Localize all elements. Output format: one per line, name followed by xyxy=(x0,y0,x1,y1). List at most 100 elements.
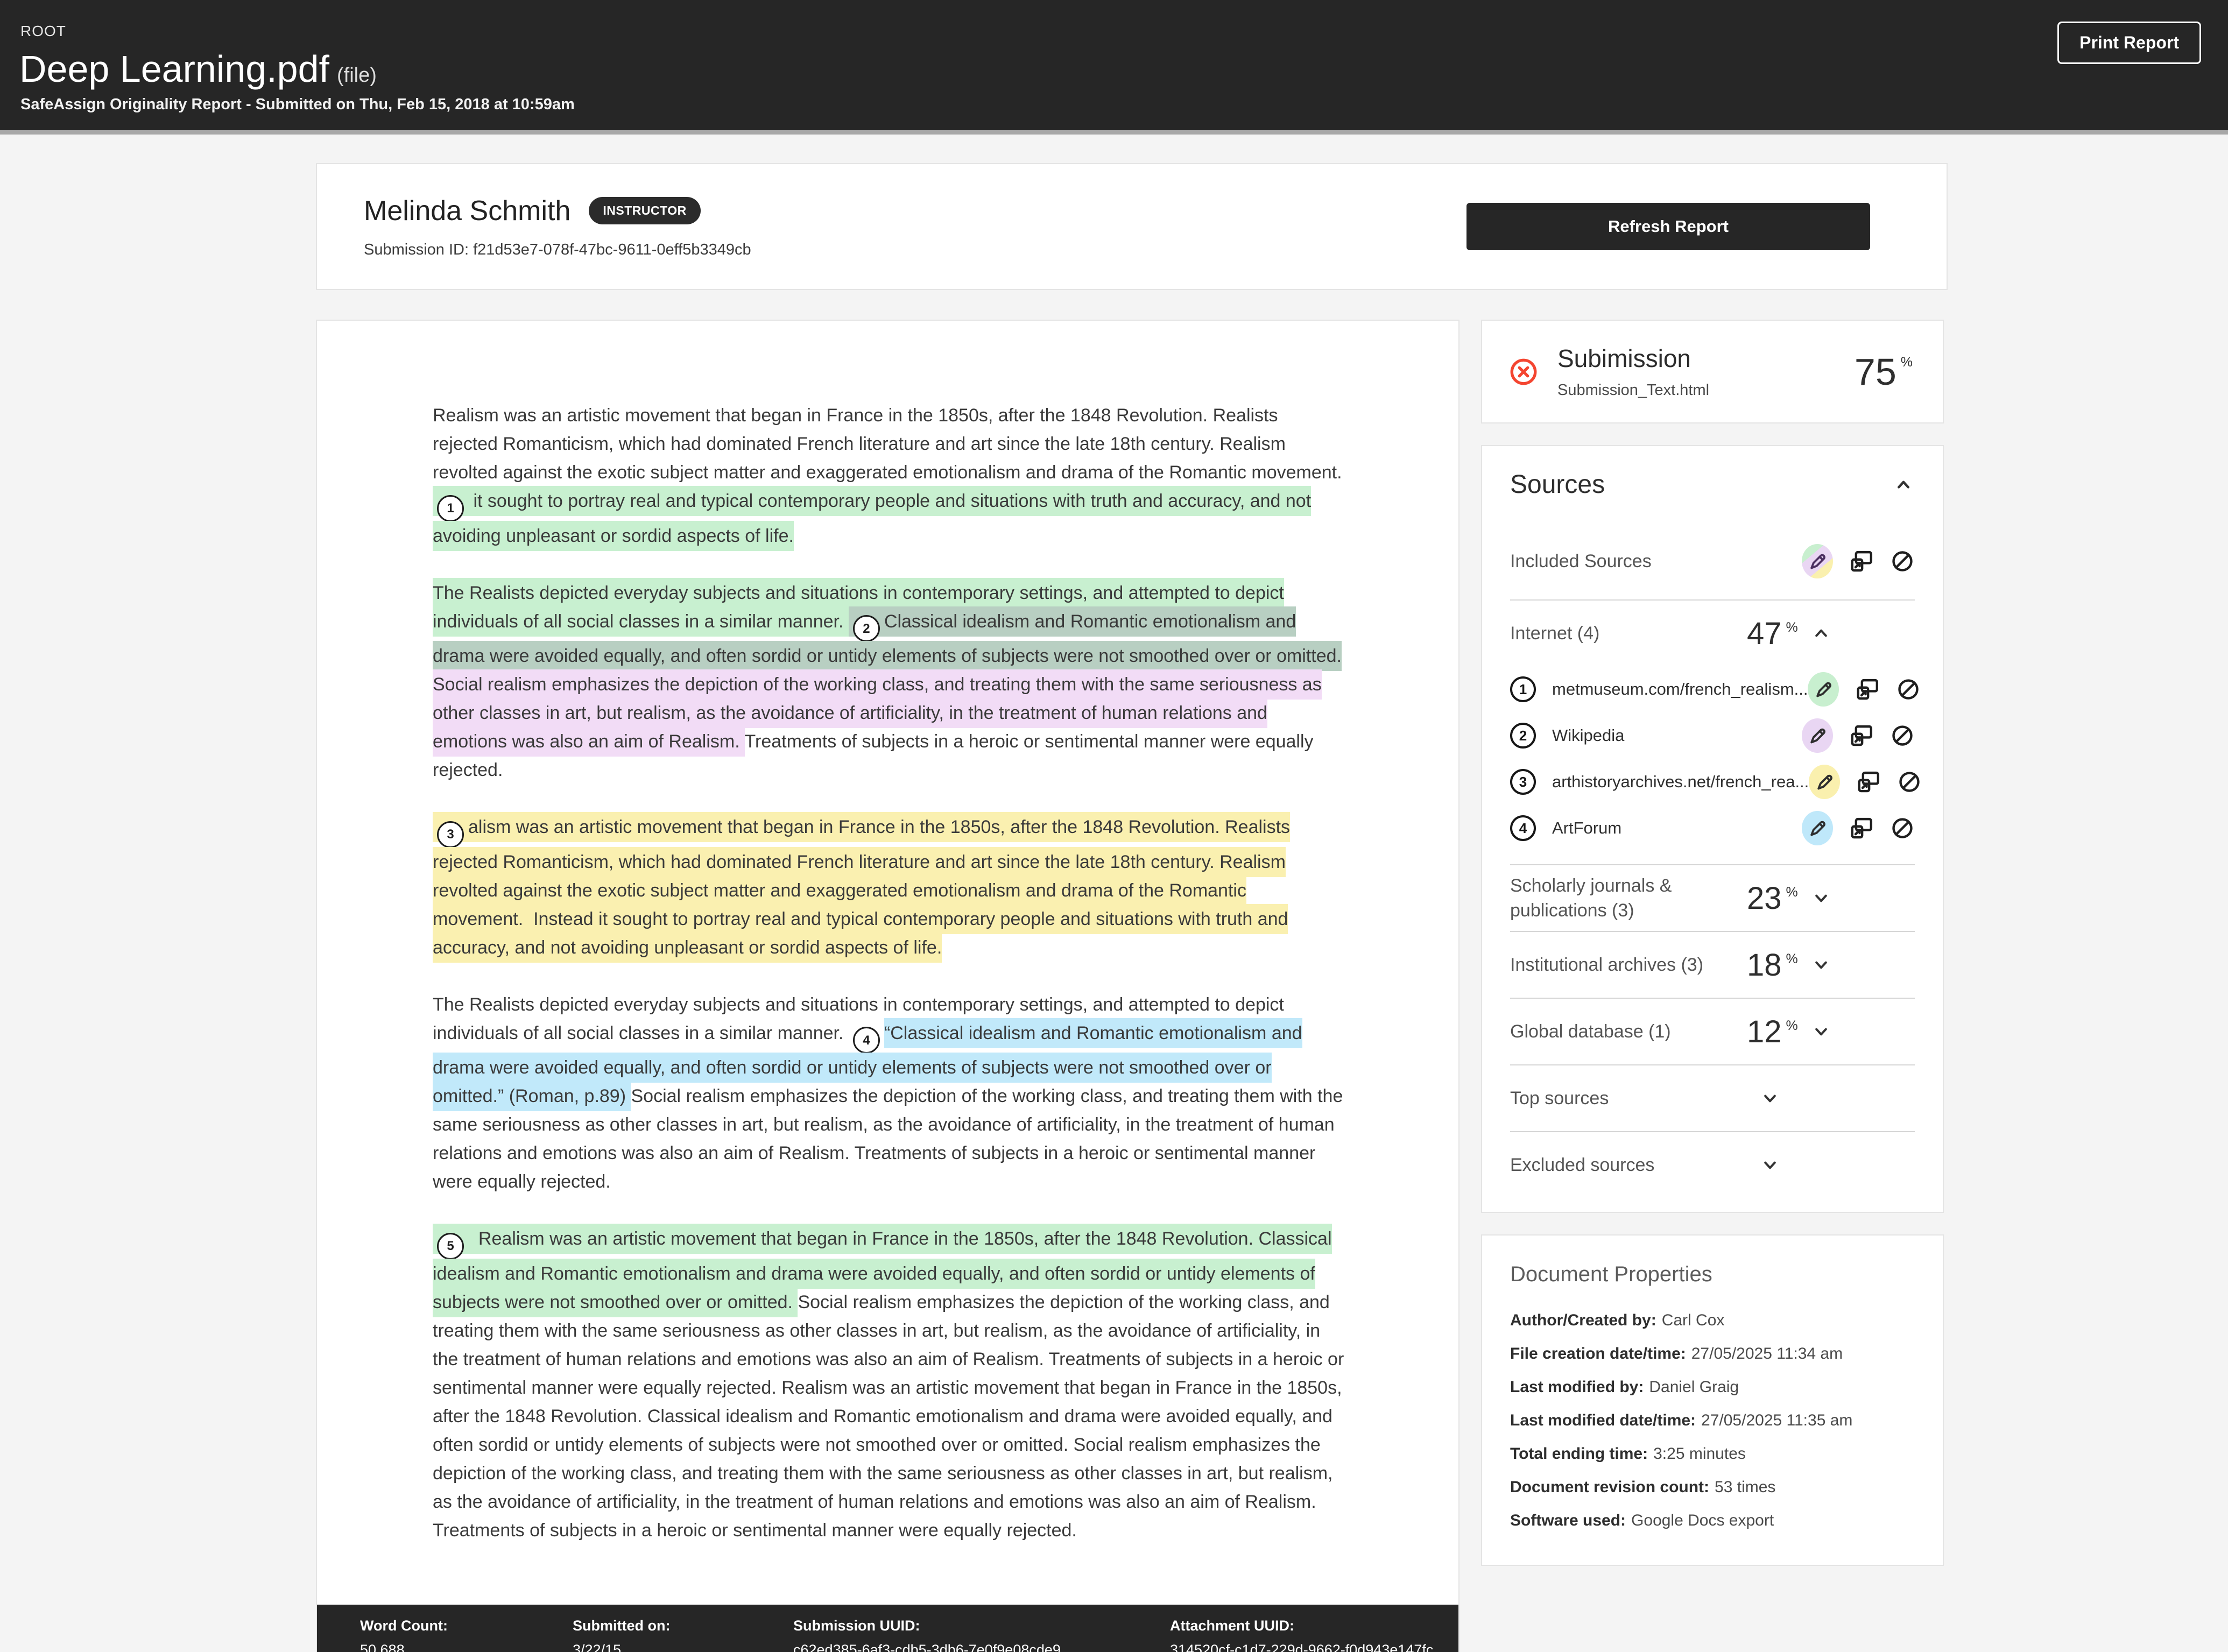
exclude-source-icon[interactable] xyxy=(1890,723,1915,748)
source-number-badge: 3 xyxy=(1510,769,1536,795)
refresh-report-button[interactable]: Refresh Report xyxy=(1466,203,1870,250)
property-row: Author/Created by:Carl Cox xyxy=(1510,1311,1915,1330)
highlight-color-icon[interactable] xyxy=(1802,811,1833,845)
open-in-document-icon[interactable] xyxy=(1855,677,1880,702)
open-in-document-icon[interactable] xyxy=(1856,769,1881,794)
document-footer-bar: Word Count:50,688Submitted on:3/22/15Sub… xyxy=(317,1605,1458,1652)
text-segment: Realism was an artistic movement that be… xyxy=(433,405,1342,483)
open-in-document-icon[interactable] xyxy=(1849,549,1874,574)
source-row[interactable]: 3 arthistoryarchives.net/french_rea... xyxy=(1510,759,1915,805)
exclude-source-icon[interactable] xyxy=(1897,769,1922,794)
property-label: Software used: xyxy=(1510,1512,1626,1529)
match-percent: 18% xyxy=(1747,947,1798,983)
document-panel: Realism was an artistic movement that be… xyxy=(316,320,1460,1652)
exclude-source-icon[interactable] xyxy=(1890,816,1915,841)
highlighter-icon xyxy=(1807,725,1828,746)
chevron-down-icon[interactable] xyxy=(1759,1087,1781,1110)
exclude-source-icon[interactable] xyxy=(1890,549,1915,574)
print-report-button[interactable]: Print Report xyxy=(2057,22,2201,64)
chevron-up-icon[interactable] xyxy=(1892,474,1915,496)
citation-marker[interactable]: 2 xyxy=(849,606,884,637)
footer-item-value: 3/22/15 xyxy=(573,1642,793,1652)
highlight-color-icon[interactable] xyxy=(1802,544,1833,578)
source-number-badge: 4 xyxy=(1510,815,1536,841)
source-label: ArtForum xyxy=(1552,818,1802,838)
source-list: 1metmuseum.com/french_realism...2Wikiped… xyxy=(1510,666,1915,864)
paragraph: Realism was an artistic movement that be… xyxy=(433,401,1345,550)
paragraph: 3alism was an artistic movement that beg… xyxy=(433,813,1345,962)
overall-match-percent: 75 % xyxy=(1855,350,1913,393)
included-sources-row: Included Sources xyxy=(1510,538,1915,599)
source-section-label: Excluded sources xyxy=(1510,1153,1747,1177)
open-in-document-icon[interactable] xyxy=(1849,723,1874,748)
source-group-label: Global database (1) xyxy=(1510,1019,1747,1044)
source-label: arthistoryarchives.net/french_rea... xyxy=(1552,772,1809,792)
property-label: Total ending time: xyxy=(1510,1445,1648,1463)
property-row: Total ending time: 3:25 minutes xyxy=(1510,1445,1915,1463)
source-group: Scholarly journals & publications (3)23% xyxy=(1510,864,1915,931)
chevron-down-icon[interactable] xyxy=(1759,1154,1781,1176)
source-section-header[interactable]: Top sources xyxy=(1510,1065,1915,1131)
property-row: Last modified date/time:27/05/2025 11:35… xyxy=(1510,1411,1915,1430)
chevron-down-icon[interactable] xyxy=(1810,954,1832,976)
highlight-color-icon[interactable] xyxy=(1809,765,1840,799)
source-section-label: Top sources xyxy=(1510,1086,1747,1111)
source-group-label: Scholarly journals & publications (3) xyxy=(1510,873,1747,923)
property-value: 53 times xyxy=(1715,1478,1775,1496)
source-row[interactable]: 1metmuseum.com/french_realism... xyxy=(1510,666,1915,712)
score-card-file-name[interactable]: Submission_Text.html xyxy=(1557,382,1855,399)
citation-marker[interactable]: 5 xyxy=(433,1224,468,1254)
citation-marker[interactable]: 1 xyxy=(433,486,468,516)
property-row: Last modified by:Daniel Graig xyxy=(1510,1378,1915,1396)
document-properties-panel: Document Properties Author/Created by:Ca… xyxy=(1481,1234,1944,1566)
footer-item-value: 50,688 xyxy=(360,1642,573,1652)
citation-marker[interactable]: 3 xyxy=(433,812,468,842)
source-group-header[interactable]: Global database (1)12% xyxy=(1510,999,1915,1064)
source-section-header[interactable]: Excluded sources xyxy=(1510,1132,1915,1198)
footer-item-value: 314520cf-c1d7-229d-9662-f0d943e147fc xyxy=(1170,1642,1433,1652)
footer-item-label: Attachment UUID: xyxy=(1170,1618,1433,1634)
property-value: Carl Cox xyxy=(1662,1311,1725,1329)
property-value: Daniel Graig xyxy=(1649,1378,1739,1396)
chevron-down-icon[interactable] xyxy=(1810,887,1832,909)
top-header: ROOT Deep Learning.pdf(file) SafeAssign … xyxy=(0,0,2228,135)
property-row: Document revision count:53 times xyxy=(1510,1478,1915,1496)
source-group-header[interactable]: Internet (4)47% xyxy=(1510,601,1915,666)
submitter-name: Melinda Schmith xyxy=(364,195,570,227)
source-group-label: Internet (4) xyxy=(1510,621,1747,646)
chevron-down-icon[interactable] xyxy=(1810,1020,1832,1043)
property-value: 3:25 minutes xyxy=(1653,1445,1746,1463)
footer-item: Submitted on:3/22/15 xyxy=(573,1618,793,1652)
error-circle-x-icon xyxy=(1508,356,1539,387)
file-title: Deep Learning.pdf xyxy=(19,48,329,90)
footer-item-value: c62ed385-6af3-cdb5-3db6-7e0f9e08cde9 xyxy=(793,1642,1170,1652)
submitter-info-card: Melinda Schmith INSTRUCTOR Submission ID… xyxy=(316,163,1948,290)
source-section: Excluded sources xyxy=(1510,1131,1915,1198)
citation-marker[interactable]: 4 xyxy=(849,1023,884,1043)
source-action-icons xyxy=(1808,672,1921,707)
match-percent: 23% xyxy=(1747,880,1798,916)
footer-item-label: Submission UUID: xyxy=(793,1618,1170,1634)
highlight-color-icon[interactable] xyxy=(1802,718,1833,753)
score-card-title: Subimission xyxy=(1557,344,1855,373)
source-section: Top sources xyxy=(1510,1064,1915,1131)
footer-item: Attachment UUID: 314520cf-c1d7-229d-9662-… xyxy=(1170,1618,1433,1652)
page-title: Deep Learning.pdf(file) xyxy=(19,47,377,90)
sources-panel: Sources Included Sources Internet (4)47%… xyxy=(1481,445,1944,1213)
source-group-header[interactable]: Scholarly journals & publications (3)23% xyxy=(1510,865,1915,931)
included-sources-label: Included Sources xyxy=(1510,549,1802,574)
exclude-source-icon[interactable] xyxy=(1896,677,1921,702)
safeassign-report-page: ROOT Deep Learning.pdf(file) SafeAssign … xyxy=(0,0,2228,1652)
open-in-document-icon[interactable] xyxy=(1849,816,1874,841)
source-row[interactable]: 4 ArtForum xyxy=(1510,805,1915,851)
breadcrumb[interactable]: ROOT xyxy=(20,23,66,40)
match-percent: 47% xyxy=(1747,616,1798,652)
document-properties-title: Document Properties xyxy=(1510,1262,1915,1287)
source-row[interactable]: 2Wikipedia xyxy=(1510,712,1915,759)
highlight-color-icon[interactable] xyxy=(1808,672,1839,707)
paragraph: The Realists depicted everyday subjects … xyxy=(433,579,1345,785)
source-group-header[interactable]: Institutional archives (3)18% xyxy=(1510,932,1915,998)
instructor-badge: INSTRUCTOR xyxy=(589,197,700,224)
chevron-up-icon[interactable] xyxy=(1810,622,1832,645)
included-sources-actions xyxy=(1802,544,1915,578)
